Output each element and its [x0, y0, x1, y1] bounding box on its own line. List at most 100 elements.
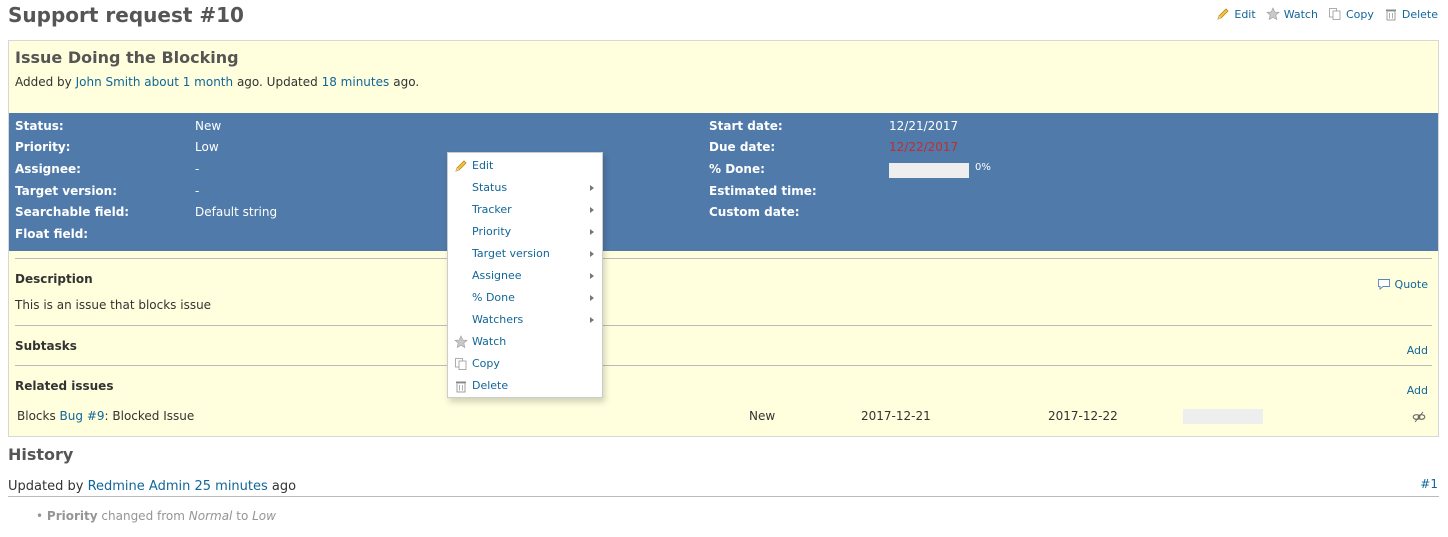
- attr-label: Custom date:: [709, 205, 800, 219]
- context-menu-priority[interactable]: Priority: [448, 221, 602, 243]
- issue-actions: Edit Watch Copy Delete: [1216, 7, 1438, 21]
- star-icon: [1265, 7, 1280, 21]
- journal-suffix: ago: [271, 479, 297, 494]
- context-menu-watchers[interactable]: Watchers: [448, 309, 602, 331]
- journal-header: Updated by Redmine Admin 25 minutes ago: [8, 479, 296, 494]
- delete-label: Delete: [1401, 7, 1438, 21]
- submenu-arrow-icon: [590, 295, 594, 301]
- attr-value: New: [195, 119, 222, 133]
- related-issue-subject: : Blocked Issue: [104, 409, 195, 423]
- submenu-arrow-icon: [590, 207, 594, 213]
- attr-label: Priority:: [15, 140, 71, 154]
- add-subtask-link[interactable]: Add: [1407, 344, 1428, 357]
- context-menu-watch[interactable]: Watch: [448, 331, 602, 353]
- watch-link[interactable]: Watch: [1265, 7, 1318, 21]
- attr-label: % Done:: [709, 162, 765, 176]
- star-icon: [454, 335, 468, 349]
- attr-label: Searchable field:: [15, 205, 130, 219]
- delete-link[interactable]: Delete: [1384, 7, 1438, 21]
- history-title: History: [8, 445, 74, 464]
- attr-value-overdue: 12/22/2017: [889, 140, 959, 154]
- submenu-arrow-icon: [590, 251, 594, 257]
- quote-link[interactable]: Quote: [1377, 277, 1428, 291]
- attr-label: Start date:: [709, 119, 783, 133]
- related-issues-title: Related issues: [15, 379, 114, 393]
- relation-subject: Blocks Bug #9: Blocked Issue: [17, 409, 194, 423]
- copy-label: Copy: [1345, 7, 1374, 21]
- menu-item-label: Watchers: [472, 313, 524, 326]
- edit-link[interactable]: Edit: [1216, 7, 1256, 21]
- context-menu-assignee[interactable]: Assignee: [448, 265, 602, 287]
- context-menu-delete[interactable]: Delete: [448, 375, 602, 397]
- issue-author-line: Added by John Smith about 1 month ago. U…: [15, 75, 419, 89]
- menu-item-label: Assignee: [472, 269, 522, 282]
- menu-item-label: Priority: [472, 225, 512, 238]
- add-relation-link[interactable]: Add: [1407, 384, 1428, 397]
- menu-item-label: Copy: [472, 357, 500, 370]
- context-menu-done-ratio[interactable]: % Done: [448, 287, 602, 309]
- attr-value: -: [195, 184, 200, 198]
- done-progress-bar: [889, 163, 969, 178]
- pencil-icon: [1217, 8, 1229, 20]
- attr-label: Target version:: [15, 184, 118, 198]
- context-menu-edit[interactable]: Edit: [448, 155, 602, 177]
- submenu-arrow-icon: [590, 229, 594, 235]
- menu-item-label: Delete: [472, 379, 509, 392]
- detail-old-value: Normal: [188, 509, 233, 523]
- relation-status: New: [749, 409, 776, 423]
- menu-item-label: % Done: [472, 291, 515, 304]
- menu-item-label: Target version: [472, 247, 550, 260]
- submenu-arrow-icon: [590, 273, 594, 279]
- trash-icon: [456, 381, 466, 393]
- issue-subject: Issue Doing the Blocking: [15, 48, 239, 67]
- added-ago-link[interactable]: about 1 month: [144, 75, 233, 89]
- quote-label: Quote: [1394, 277, 1428, 291]
- context-menu-status[interactable]: Status: [448, 177, 602, 199]
- journal-detail: • Priority changed from Normal to Low: [36, 509, 276, 523]
- submenu-arrow-icon: [590, 317, 594, 323]
- edit-label: Edit: [1234, 7, 1256, 21]
- relation-due-date: 2017-12-22: [1048, 409, 1118, 423]
- attr-label: Due date:: [709, 140, 776, 154]
- menu-item-label: Edit: [472, 159, 494, 172]
- ago-suffix: ago.: [393, 75, 420, 89]
- context-menu-tracker[interactable]: Tracker: [448, 199, 602, 221]
- menu-item-label: Status: [472, 181, 508, 194]
- context-menu: Edit Status Tracker Priority Target vers…: [447, 152, 603, 398]
- context-menu-target-version[interactable]: Target version: [448, 243, 602, 265]
- divider: [15, 365, 1432, 366]
- updated-text: ago. Updated: [236, 75, 318, 89]
- done-percent: 0%: [975, 162, 991, 173]
- relation-progress-bar: [1183, 409, 1263, 424]
- description-text: This is an issue that blocks issue: [15, 298, 212, 312]
- divider: [15, 325, 1432, 326]
- attr-label: Assignee:: [15, 162, 81, 176]
- attr-label: Float field:: [15, 227, 89, 241]
- attr-value: Low: [195, 140, 219, 154]
- author-link[interactable]: John Smith: [76, 75, 141, 89]
- detail-field: Priority: [46, 509, 98, 523]
- journal-ago-link[interactable]: 25 minutes: [194, 479, 267, 494]
- copy-link[interactable]: Copy: [1328, 7, 1374, 21]
- detail-text: changed from: [101, 509, 185, 523]
- comment-icon: [1377, 279, 1390, 290]
- attr-label: Estimated time:: [709, 184, 817, 198]
- pencil-icon: [455, 160, 467, 172]
- related-issue-link[interactable]: Bug #9: [60, 409, 105, 423]
- menu-item-label: Watch: [472, 335, 507, 348]
- detail-text: to: [236, 509, 249, 523]
- context-menu-copy[interactable]: Copy: [448, 353, 602, 375]
- relation-type: Blocks: [17, 409, 56, 423]
- attr-value: 12/21/2017: [889, 119, 959, 133]
- trash-icon: [1385, 9, 1396, 21]
- description-title: Description: [15, 272, 93, 286]
- page-title: Support request #10: [8, 3, 244, 27]
- detail-new-value: Low: [252, 509, 276, 523]
- unlink-icon[interactable]: [1412, 410, 1426, 424]
- updated-ago-link[interactable]: 18 minutes: [322, 75, 390, 89]
- author-prefix: Added by: [15, 75, 72, 89]
- journal-user-link[interactable]: Redmine Admin: [88, 479, 191, 494]
- journal-number-link[interactable]: #1: [1420, 477, 1438, 491]
- subtasks-title: Subtasks: [15, 339, 77, 353]
- copy-icon: [1329, 8, 1341, 20]
